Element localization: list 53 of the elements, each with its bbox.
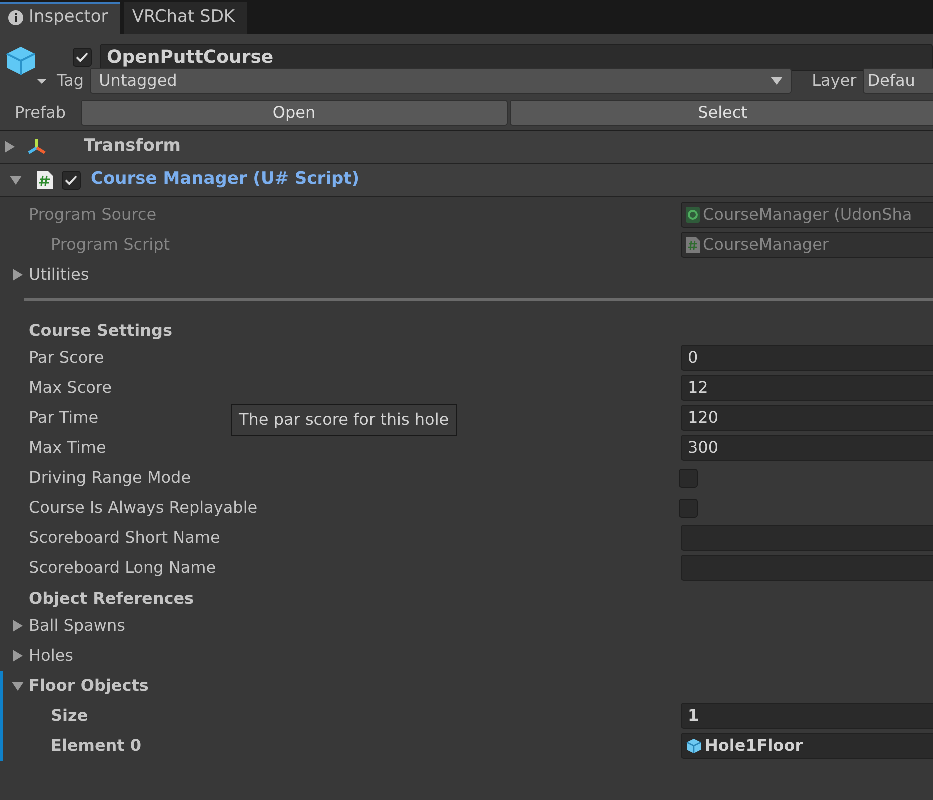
field-label: Max Score [28,377,112,399]
field-label: Par Time [28,407,99,429]
program-asset-icon [686,207,700,223]
input-field[interactable]: 120 [681,405,933,431]
cube-icon [686,738,702,754]
tag-dropdown[interactable]: Untagged [90,68,792,94]
layer-label: Layer [812,70,857,92]
field-label: Course Is Always Replayable [28,497,258,519]
collapsed-arrow-icon[interactable] [4,141,16,153]
object-field[interactable]: Hole1Floor [681,733,933,759]
object-name-field[interactable]: OpenPuttCourse [100,44,933,70]
checkbox[interactable] [679,468,698,488]
section-header: Course Settings [28,320,172,342]
field-label: Program Source [28,204,157,226]
expanded-arrow-icon[interactable] [12,680,24,692]
prefab-button[interactable]: Select [510,100,933,126]
foldout-label[interactable]: Floor Objects [24,674,149,698]
info-icon [8,10,24,26]
input-field[interactable]: 1 [681,703,933,729]
field-label: Scoreboard Long Name [28,557,216,579]
field-label: Max Time [28,437,106,459]
input-field[interactable]: 300 [681,435,933,461]
panel-tab[interactable]: VRChat SDK [124,2,248,34]
foldout-label[interactable]: Holes [24,644,74,668]
foldout-label[interactable]: Utilities [24,263,90,287]
foldout-label[interactable]: Ball Spawns [24,614,126,638]
tag-label: Tag [57,70,84,92]
field-label: Program Script [50,234,170,256]
checkbox[interactable] [679,498,698,518]
prefab-label: Prefab [15,102,68,124]
collapsed-arrow-icon[interactable] [12,620,24,632]
collapsed-arrow-icon[interactable] [12,650,24,662]
field-label: Scoreboard Short Name [28,527,220,549]
script-file-icon [36,170,54,190]
dropdown-arrow-icon [771,77,784,85]
component-title[interactable]: Transform [84,134,181,160]
axis-gizmo-icon [26,137,48,157]
input-field[interactable]: 0 [681,345,933,371]
tooltip: The par score for this hole [231,404,458,436]
section-header: Object References [28,588,194,610]
input-field[interactable]: 12 [681,375,933,401]
expanded-arrow-icon[interactable] [10,174,22,186]
field-label: Size [50,705,88,727]
checkbox[interactable] [62,170,81,190]
checkbox[interactable] [73,48,92,66]
prefab-button[interactable]: Open [81,100,508,126]
script-file-icon [686,237,700,253]
field-label: Par Score [28,347,104,369]
layer-dropdown[interactable]: Defau [862,68,933,94]
collapsed-arrow-icon[interactable] [12,269,24,281]
panel-tab[interactable]: Inspector [0,2,120,34]
field-label: Driving Range Mode [28,467,192,489]
field-label: Element 0 [50,735,142,757]
